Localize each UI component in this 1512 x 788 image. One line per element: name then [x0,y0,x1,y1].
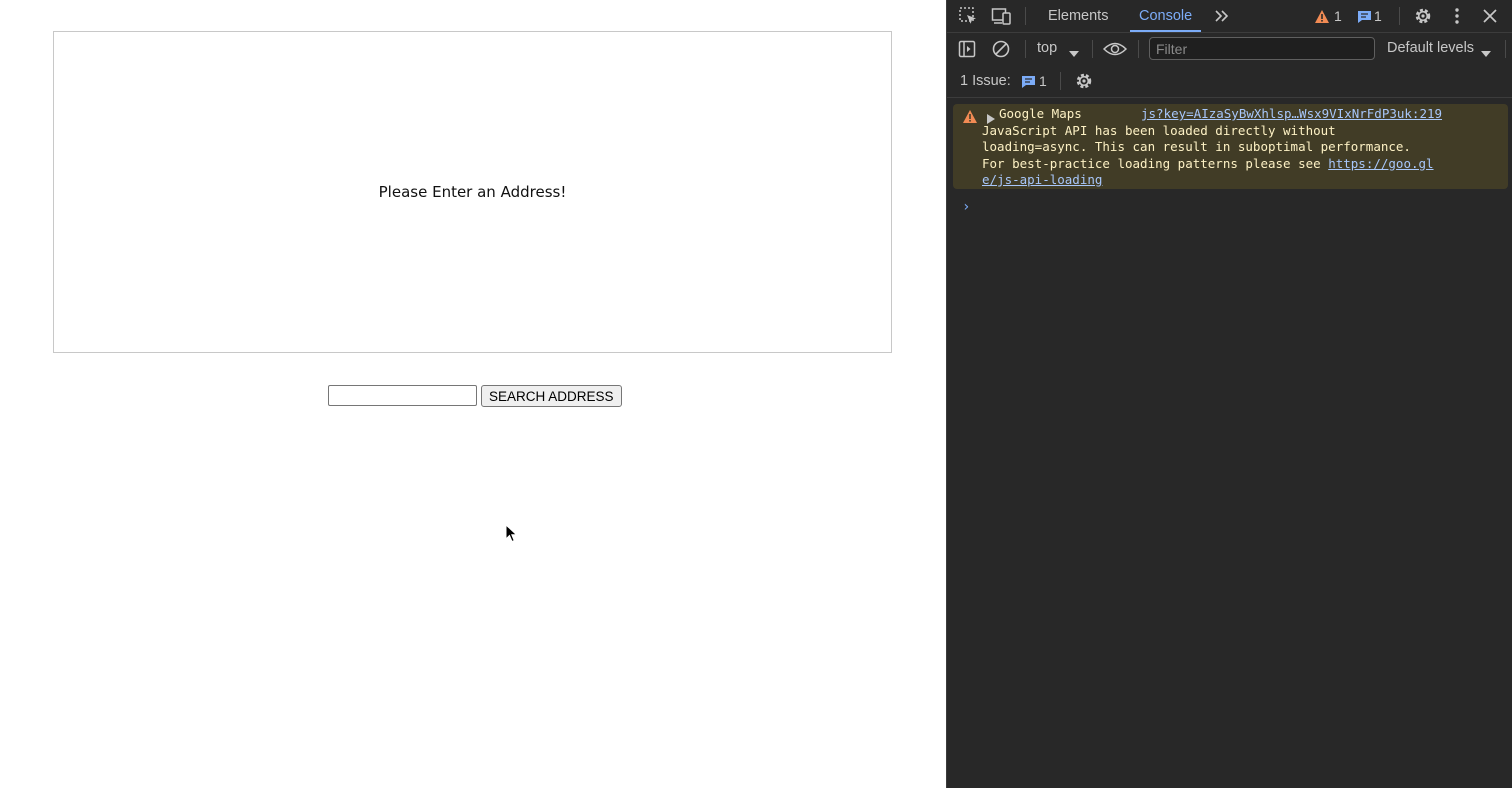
log-levels-selector[interactable]: Default levels [1387,40,1474,56]
clear-console-icon[interactable] [991,39,1011,59]
docs-link-continued[interactable]: e/js-api-loading [982,172,1102,189]
issues-count[interactable]: 1 [1039,73,1047,89]
warning-text-prefix: For best-practice loading patterns pleas… [982,155,1329,171]
eye-icon[interactable] [1103,39,1127,59]
gear-icon[interactable] [1073,71,1095,91]
devtools-panel: Elements Console 1 1 top Filter Default … [946,0,1512,788]
message-count[interactable]: 1 [1374,8,1382,24]
docs-link[interactable]: https://goo.gl [1328,156,1433,171]
message-icon[interactable] [1356,9,1372,25]
context-selector[interactable]: top [1037,40,1057,56]
kebab-menu-icon[interactable] [1449,6,1465,26]
warning-count[interactable]: 1 [1334,8,1342,24]
warning-title: Google Maps [999,106,1082,121]
issues-label[interactable]: 1 Issue: [960,73,1011,89]
close-icon[interactable] [1480,6,1500,26]
tab-console[interactable]: Console [1129,0,1202,32]
console-warning-message[interactable]: Google Maps js?key=AIzaSyBwXhlsp…Wsx9VIx… [953,104,1508,189]
search-address-button[interactable]: SEARCH ADDRESS [481,385,622,407]
cursor-icon [505,524,518,543]
issues-bar: 1 Issue: 1 [947,65,1512,98]
tab-elements[interactable]: Elements [1048,0,1108,32]
warning-icon[interactable] [1313,8,1331,24]
web-page: Please Enter an Address! SEARCH ADDRESS [0,0,946,788]
console-prompt[interactable]: › [962,199,970,215]
dropdown-arrow-icon[interactable] [1481,45,1491,63]
select-element-icon[interactable] [957,6,979,26]
more-tabs-icon[interactable] [1213,6,1231,26]
warning-icon [962,109,978,129]
device-toggle-icon[interactable] [991,6,1013,26]
console-filter-input[interactable] [1149,37,1375,60]
address-input[interactable] [328,385,477,406]
warning-source-link[interactable]: js?key=AIzaSyBwXhlsp…Wsx9VIxNrFdP3uk:219 [1141,106,1442,123]
map-message: Please Enter an Address! [378,183,567,201]
settings-icon[interactable] [1412,6,1434,26]
dropdown-arrow-icon[interactable] [1069,45,1079,63]
warning-text-line: For best-practice loading patterns pleas… [982,156,1434,173]
message-icon[interactable] [1020,74,1036,90]
search-row: SEARCH ADDRESS [328,385,622,407]
devtools-tab-bar: Elements Console 1 1 [947,0,1512,33]
warning-text-line: loading=async. This can result in subopt… [982,139,1411,154]
map-container[interactable]: Please Enter an Address! [53,31,892,353]
warning-text-line: JavaScript API has been loaded directly … [982,122,1336,138]
sidebar-toggle-icon[interactable] [957,39,977,59]
